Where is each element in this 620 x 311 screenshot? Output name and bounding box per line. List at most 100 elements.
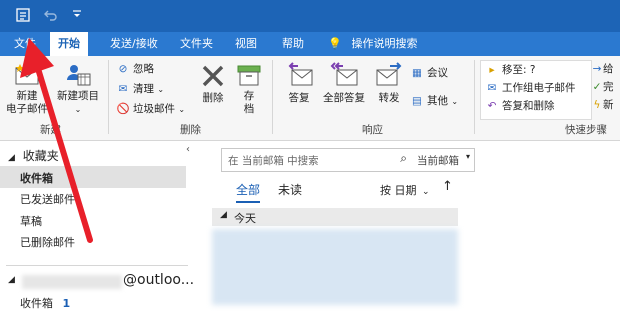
search-scope-label: 当前邮箱: [417, 155, 459, 167]
quick-step-move-label: 移至: ?: [502, 64, 536, 76]
filter-unread[interactable]: 未读: [278, 181, 302, 198]
junk-button[interactable]: 🚫 垃圾邮件 ⌄: [116, 102, 185, 117]
search-input[interactable]: 在 当前邮箱 中搜索 ⌕: [221, 148, 413, 172]
quick-step-to-manager-label: 给: [603, 63, 614, 75]
chevron-down-icon: ⌄: [74, 105, 82, 114]
account-inbox-label: 收件箱: [20, 297, 53, 310]
favorites-header[interactable]: ◢ 收藏夹: [8, 147, 59, 164]
clean-up-button[interactable]: ✉ 清理 ⌄: [116, 82, 164, 97]
checkmark-icon: ✓: [592, 81, 602, 93]
clean-up-icon: ✉: [118, 83, 128, 95]
undo-icon[interactable]: [42, 7, 60, 25]
forward-button[interactable]: 转发: [372, 62, 406, 105]
group-delete-label: 删除: [180, 124, 201, 136]
pane-collapse-chevron-icon[interactable]: ‹: [186, 144, 190, 155]
blurred-account-name: [22, 275, 122, 289]
group-separator: [474, 60, 475, 134]
collapse-triangle-icon[interactable]: ◢: [8, 275, 15, 285]
tell-me-search[interactable]: 💡 操作说明搜索: [328, 32, 418, 56]
quick-step-done[interactable]: ✓ 完: [592, 80, 614, 94]
delete-label: 删除: [202, 92, 224, 104]
quick-step-move[interactable]: ▸ 移至: ?: [485, 63, 535, 77]
group-separator: [272, 60, 273, 134]
tab-folder[interactable]: 文件夹: [180, 32, 213, 56]
search-scope-select[interactable]: 当前邮箱 ▾: [412, 148, 475, 172]
meeting-button[interactable]: ▦ 会议: [410, 66, 448, 80]
chevron-down-icon: ⌄: [422, 187, 430, 197]
ribbon: 新建 电子邮件 新建项目 ⌄ 新建 ⊘ 忽略 ✉ 清理 ⌄ 🚫 垃圾邮件 ⌄ 删除 存: [0, 56, 620, 141]
chevron-down-icon: ⌄: [451, 97, 459, 106]
tab-help[interactable]: 帮助: [282, 32, 304, 56]
reply-button[interactable]: 答复: [280, 62, 318, 105]
group-respond-label: 响应: [362, 124, 383, 136]
archive-icon: [237, 65, 261, 86]
group-new-label: 新建: [40, 124, 61, 136]
filter-all[interactable]: 全部: [236, 181, 261, 203]
collapse-triangle-icon: ◢: [8, 153, 15, 163]
junk-label: 垃圾邮件: [133, 103, 175, 115]
new-email-label-1: 新建: [16, 90, 38, 102]
archive-button[interactable]: 存 档: [234, 62, 264, 116]
more-respond-button[interactable]: ▤ 其他 ⌄: [410, 94, 458, 109]
tab-file[interactable]: 文件: [14, 32, 36, 56]
group-quick-steps-label: 快速步骤: [565, 124, 607, 136]
sort-direction-arrow-icon[interactable]: ↑: [442, 179, 453, 194]
meeting-icon: ▦: [412, 67, 422, 79]
tab-home[interactable]: 开始: [50, 32, 88, 56]
quick-step-to-manager[interactable]: → 给: [592, 62, 614, 76]
send-receive-all-icon[interactable]: [14, 7, 32, 25]
sort-by-date[interactable]: 按 日期 ⌄: [380, 182, 430, 198]
new-items-button[interactable]: 新建项目 ⌄: [53, 62, 103, 116]
delete-button[interactable]: 删除: [196, 62, 230, 105]
folder-item-inbox-selected[interactable]: 收件箱: [0, 166, 186, 188]
tab-send-receive[interactable]: 发送/接收: [110, 32, 158, 56]
message-list: 在 当前邮箱 中搜索 ⌕ 当前邮箱 ▾ 全部 未读 按 日期 ⌄ ↑ ◢ 今天: [210, 141, 620, 309]
reply-label: 答复: [288, 92, 310, 104]
divider: [6, 265, 188, 266]
ignore-label: 忽略: [133, 63, 154, 75]
group-header-today[interactable]: ◢ 今天: [212, 208, 458, 226]
reply-all-icon: [330, 62, 358, 86]
junk-icon: 🚫: [116, 103, 130, 115]
filter-all-label: 全部: [236, 183, 261, 197]
forward-icon: →: [592, 63, 602, 75]
reply-icon: [288, 62, 313, 86]
delete-x-icon: [202, 65, 224, 87]
archive-label-1: 存: [243, 90, 255, 102]
folder-pane: ◢ 收藏夹 ‹ 收件箱 已发送邮件 草稿 已删除邮件 ◢ @outloo... …: [0, 141, 197, 310]
tab-view[interactable]: 视图: [235, 32, 257, 56]
team-email-icon: ✉: [487, 82, 497, 94]
more-label: 其他: [427, 95, 448, 107]
unread-count-badge: 1: [62, 297, 71, 310]
group-today-label: 今天: [234, 212, 256, 225]
customize-toolbar-icon[interactable]: [68, 7, 86, 25]
reply-all-button[interactable]: 全部答复: [318, 62, 370, 105]
lightbulb-icon: 💡: [328, 37, 342, 50]
folder-item-sent[interactable]: 已发送邮件: [20, 191, 75, 207]
folder-inbox-label: 收件箱: [20, 172, 53, 185]
ignore-button[interactable]: ⊘ 忽略: [116, 62, 154, 76]
reply-delete-icon: ↶: [487, 100, 497, 112]
ribbon-tabs: 文件 开始 发送/接收 文件夹 视图 帮助 💡 操作说明搜索: [0, 32, 620, 56]
new-items-icon: [67, 65, 91, 86]
move-folder-icon: ▸: [489, 64, 495, 76]
meeting-label: 会议: [427, 67, 448, 79]
collapse-triangle-icon: ◢: [220, 210, 227, 220]
quick-step-reply-delete[interactable]: ↶ 答复和删除: [485, 99, 555, 113]
account-domain[interactable]: @outloo...: [123, 272, 194, 288]
quick-step-new[interactable]: ϟ新: [592, 98, 614, 112]
search-icon[interactable]: ⌕: [400, 151, 407, 166]
group-separator: [108, 60, 109, 134]
folder-item-drafts[interactable]: 草稿: [20, 213, 42, 229]
new-email-label-2: 电子邮件: [6, 103, 48, 115]
new-email-button[interactable]: 新建 电子邮件: [6, 62, 48, 116]
ignore-icon: ⊘: [118, 63, 128, 75]
quick-steps-gallery: ▸ 移至: ? ✉ 工作组电子邮件 ↶ 答复和删除: [480, 60, 592, 120]
folder-item-deleted[interactable]: 已删除邮件: [20, 234, 75, 250]
active-filter-underline: [236, 201, 261, 203]
new-items-label: 新建项目: [57, 90, 99, 102]
tell-me-label: 操作说明搜索: [351, 37, 418, 50]
blurred-message-item[interactable]: [212, 229, 458, 305]
quick-step-new-label: 新: [603, 99, 614, 111]
quick-step-team-email[interactable]: ✉ 工作组电子邮件: [485, 81, 576, 95]
